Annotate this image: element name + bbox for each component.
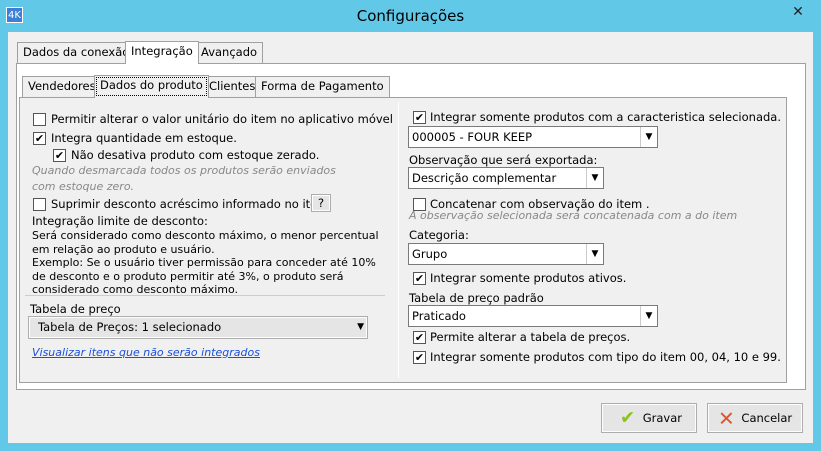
categoria-select[interactable]: Grupo ▼: [408, 243, 604, 265]
suprimir-checkbox[interactable]: [33, 198, 46, 211]
caracteristica-select[interactable]: 000005 - FOUR KEEP ▼: [408, 126, 658, 148]
chevron-down-icon: ▼: [640, 127, 657, 147]
dados-do-produto-page: Permitir alterar o valor unitário do ite…: [19, 97, 787, 383]
caracteristica-checkbox[interactable]: ✔: [413, 111, 426, 124]
ativos-checkbox[interactable]: ✔: [413, 272, 426, 285]
categoria-label: Categoria:: [409, 228, 469, 242]
concatenar-hint: A observação selecionada será concatenad…: [409, 209, 738, 222]
tabela-padrao-select[interactable]: Praticado ▼: [408, 305, 658, 327]
visualizar-link[interactable]: Visualizar itens que não serão integrado…: [32, 346, 260, 359]
save-label: Gravar: [642, 411, 683, 425]
tab-forma-de-pagamento[interactable]: Forma de Pagamento: [255, 76, 390, 97]
integracao-page: Vendedores Dados do produto Clientes For…: [16, 63, 806, 390]
ativos-label: Integrar somente produtos ativos.: [430, 271, 627, 285]
cancel-label: Cancelar: [741, 411, 793, 425]
permitir-alterar-label: Permitir alterar o valor unitário do ite…: [51, 112, 393, 126]
limite-title: Integração limite de desconto:: [32, 214, 208, 228]
tabela-padrao-label: Tabela de preço padrão: [409, 291, 544, 305]
integra-qtd-label: Integra quantidade em estoque.: [51, 131, 237, 145]
tabela-dropdown[interactable]: Tabela de Preços: 1 selecionado ▼: [28, 316, 368, 339]
app-icon: 4K: [6, 7, 23, 23]
chevron-down-icon: ▼: [586, 168, 603, 188]
estoque-hint: Quando desmarcada todos os produtos serã…: [32, 164, 336, 193]
horizontal-divider: [25, 295, 385, 296]
tab-vendedores[interactable]: Vendedores: [22, 76, 102, 97]
integra-qtd-checkbox[interactable]: ✔: [33, 132, 46, 145]
obs-label: Observação que será exportada:: [409, 153, 598, 167]
nao-desativa-checkbox[interactable]: ✔: [53, 149, 66, 162]
suprimir-label: Suprimir desconto acréscimo informado no…: [51, 197, 329, 211]
limite-text-2: Exemplo: Se o usuário tiver permissão pa…: [32, 256, 376, 296]
caracteristica-value: 000005 - FOUR KEEP: [412, 130, 533, 144]
vertical-divider: [398, 102, 399, 378]
limite-text-1: Será considerado como desconto máximo, o…: [32, 229, 379, 256]
save-button[interactable]: ✔ Gravar: [601, 403, 697, 433]
cancel-button[interactable]: ✕ Cancelar: [707, 403, 803, 433]
tab-avancado[interactable]: Avançado: [195, 42, 264, 63]
check-icon: ✔: [620, 407, 636, 429]
obs-value: Descrição complementar: [412, 171, 557, 185]
permite-alterar-checkbox[interactable]: ✔: [413, 331, 426, 344]
x-icon: ✕: [718, 406, 735, 431]
tab-dados-da-conexao[interactable]: Dados da conexão: [17, 42, 136, 63]
help-button[interactable]: ?: [311, 194, 331, 212]
chevron-down-icon: ▼: [640, 306, 657, 326]
chevron-down-icon: ▼: [586, 244, 603, 264]
categoria-value: Grupo: [412, 247, 448, 261]
tab-dados-do-produto[interactable]: Dados do produto: [94, 75, 209, 98]
permite-alterar-label: Permite alterar a tabela de preços.: [430, 330, 631, 344]
tabela-padrao-value: Praticado: [412, 309, 466, 323]
tipo-item-checkbox[interactable]: ✔: [413, 351, 426, 364]
tab-clientes[interactable]: Clientes: [203, 76, 262, 97]
tabela-value: Tabela de Preços: 1 selecionado: [38, 320, 222, 334]
close-button[interactable]: ✕: [783, 1, 813, 23]
tabela-label: Tabela de preço: [30, 302, 121, 316]
tab-integracao[interactable]: Integração: [125, 41, 199, 64]
dialog-body: Dados da conexão Integração Avançado Ven…: [8, 32, 813, 443]
nao-desativa-label: Não desativa produto com estoque zerado.: [71, 148, 320, 162]
tipo-item-label: Integrar somente produtos com tipo do it…: [430, 350, 781, 364]
window-title: Configurações: [356, 7, 465, 25]
caracteristica-label: Integrar somente produtos com a caracter…: [430, 110, 781, 124]
chevron-down-icon: ▼: [357, 322, 364, 332]
obs-select[interactable]: Descrição complementar ▼: [408, 167, 604, 189]
permitir-alterar-checkbox[interactable]: [33, 113, 46, 126]
